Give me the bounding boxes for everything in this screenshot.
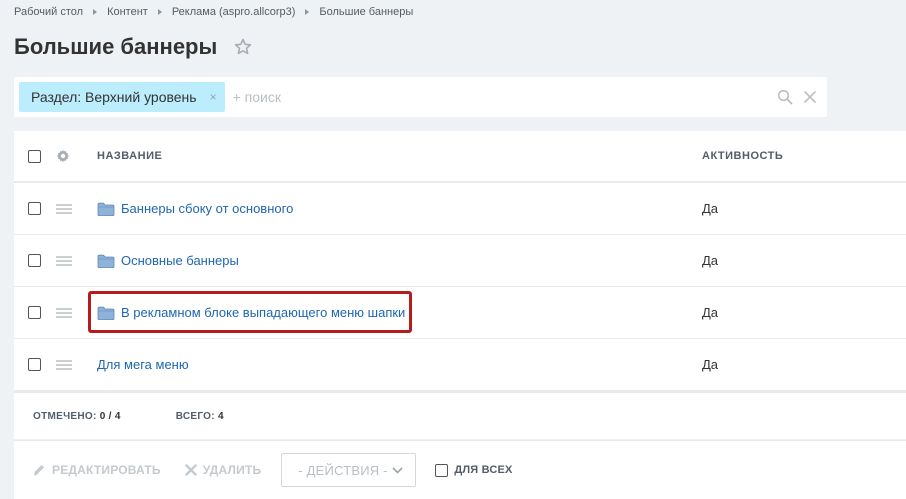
- search-input[interactable]: [232, 82, 777, 112]
- row-active-value: Да: [702, 305, 719, 320]
- folder-icon: [97, 254, 115, 268]
- row-menu-icon[interactable]: [56, 359, 72, 370]
- row-checkbox[interactable]: [28, 202, 41, 215]
- chip-close-icon[interactable]: ×: [210, 90, 217, 104]
- breadcrumb-ads[interactable]: Реклама (aspro.allcorp3): [172, 6, 296, 18]
- table-row[interactable]: Основные баннеры Да: [14, 235, 906, 287]
- for-all-checkbox[interactable]: [435, 463, 449, 477]
- breadcrumb-current[interactable]: Большие баннеры: [319, 6, 413, 18]
- column-active-header[interactable]: АКТИВНОСТЬ: [702, 150, 783, 162]
- delete-button-label: УДАЛИТЬ: [202, 463, 262, 477]
- grid-header: НАЗВАНИЕ АКТИВНОСТЬ: [14, 131, 906, 183]
- column-name-header[interactable]: НАЗВАНИЕ: [97, 150, 162, 162]
- for-all-label: ДЛЯ ВСЕХ: [454, 464, 513, 476]
- select-all-checkbox[interactable]: [28, 149, 41, 163]
- breadcrumb-content[interactable]: Контент: [107, 6, 148, 18]
- row-checkbox[interactable]: [28, 306, 41, 319]
- edit-button[interactable]: РЕДАКТИРОВАТЬ: [32, 463, 161, 477]
- row-name-link[interactable]: В рекламном блоке выпадающего меню шапки: [121, 305, 405, 320]
- row-active-value: Да: [702, 201, 719, 216]
- filter-search-bar[interactable]: Раздел: Верхний уровень ×: [14, 77, 827, 117]
- selected-counter: ОТМЕЧЕНО: 0 / 4: [33, 411, 121, 422]
- row-name-link[interactable]: Баннеры сбоку от основного: [121, 201, 293, 216]
- actions-dropdown[interactable]: - ДЕЙСТВИЯ -: [281, 453, 417, 487]
- page-title-row: Большие баннеры: [14, 34, 253, 60]
- table-row[interactable]: Баннеры сбоку от основного Да: [14, 183, 906, 235]
- total-counter: ВСЕГО: 4: [176, 411, 224, 422]
- delete-button[interactable]: УДАЛИТЬ: [184, 463, 262, 477]
- breadcrumb: Рабочий стол Контент Реклама (aspro.allc…: [14, 6, 413, 18]
- selected-label: ОТМЕЧЕНО:: [33, 410, 97, 422]
- search-icon[interactable]: [777, 89, 793, 105]
- total-label: ВСЕГО:: [175, 410, 215, 422]
- page-title: Большие баннеры: [14, 34, 218, 59]
- row-name-link[interactable]: Для мега меню: [97, 357, 189, 372]
- breadcrumb-separator-icon: [93, 9, 98, 15]
- total-value: 4: [217, 410, 224, 422]
- actions-dropdown-label: - ДЕЙСТВИЯ -: [298, 462, 388, 478]
- row-checkbox[interactable]: [28, 254, 41, 267]
- pencil-icon: [33, 465, 44, 476]
- breadcrumb-separator-icon: [157, 9, 162, 15]
- row-menu-icon[interactable]: [56, 307, 72, 318]
- list-grid: НАЗВАНИЕ АКТИВНОСТЬ Баннеры сбоку от осн…: [14, 131, 906, 439]
- gear-icon[interactable]: [56, 149, 70, 163]
- row-name-link[interactable]: Основные баннеры: [121, 253, 239, 268]
- folder-icon: [97, 306, 115, 320]
- row-active-value: Да: [702, 357, 719, 372]
- grid-footer: ОТМЕЧЕНО: 0 / 4 ВСЕГО: 4: [14, 391, 906, 439]
- for-all-toggle[interactable]: ДЛЯ ВСЕХ: [435, 463, 513, 477]
- edit-button-label: РЕДАКТИРОВАТЬ: [52, 463, 161, 477]
- row-menu-icon[interactable]: [56, 255, 72, 266]
- row-active-value: Да: [702, 253, 719, 268]
- breadcrumb-desktop[interactable]: Рабочий стол: [14, 6, 83, 18]
- action-panel: РЕДАКТИРОВАТЬ УДАЛИТЬ - ДЕЙСТВИЯ - ДЛЯ В…: [14, 440, 906, 499]
- filter-chip-section[interactable]: Раздел: Верхний уровень ×: [19, 82, 225, 112]
- row-menu-icon[interactable]: [56, 203, 72, 214]
- breadcrumb-separator-icon: [305, 9, 310, 15]
- table-row[interactable]: Для мега меню Да: [14, 339, 906, 391]
- filter-chip-label: Раздел: Верхний уровень: [31, 89, 197, 105]
- row-checkbox[interactable]: [28, 358, 41, 371]
- folder-icon: [97, 202, 115, 216]
- star-icon[interactable]: [233, 37, 253, 57]
- chevron-down-icon: [392, 466, 403, 474]
- table-row[interactable]: В рекламном блоке выпадающего меню шапки…: [14, 287, 906, 339]
- delete-icon: [184, 464, 197, 476]
- selected-value: 0 / 4: [99, 410, 121, 422]
- clear-icon[interactable]: [803, 90, 817, 104]
